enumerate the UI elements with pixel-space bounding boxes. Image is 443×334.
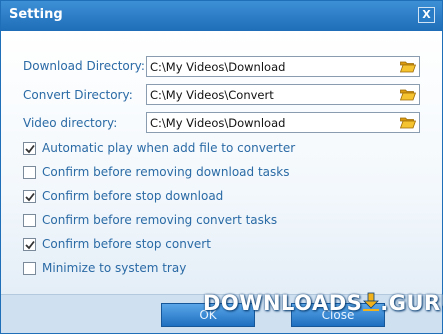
title-bar[interactable]: Setting X	[1, 1, 442, 31]
option-label: Confirm before removing download tasks	[42, 165, 290, 179]
video-directory-field[interactable]: C:\My Videos\Download	[146, 112, 420, 133]
watermark-text-left: DOWNLOADS	[203, 291, 363, 315]
convert-directory-field[interactable]: C:\My Videos\Convert	[146, 84, 420, 105]
checkbox[interactable]	[23, 238, 36, 251]
checkmark-icon	[25, 240, 35, 250]
folder-icon[interactable]	[400, 60, 416, 73]
close-icon[interactable]: X	[418, 7, 435, 23]
folder-icon[interactable]	[400, 116, 416, 129]
settings-panel: Download Directory: C:\My Videos\Downloa…	[1, 31, 442, 294]
folder-icon[interactable]	[400, 88, 416, 101]
option-label: Confirm before stop convert	[42, 237, 211, 251]
option-label: Confirm before removing convert tasks	[42, 213, 278, 227]
video-directory-value: C:\My Videos\Download	[150, 116, 286, 130]
option-label: Confirm before stop download	[42, 189, 224, 203]
setting-dialog: Setting X Download Directory: C:\My Vide…	[0, 0, 443, 334]
option-label: Minimize to system tray	[42, 261, 187, 275]
watermark-text-right: .GURU	[380, 291, 443, 315]
checkmark-icon	[25, 192, 35, 202]
download-directory-value: C:\My Videos\Download	[150, 60, 286, 74]
checkbox[interactable]	[23, 190, 36, 203]
option-label: Automatic play when add file to converte…	[42, 141, 296, 155]
convert-directory-label: Convert Directory:	[23, 88, 133, 102]
watermark-logo: DOWNLOADS .GURU	[203, 291, 443, 321]
dialog-title: Setting	[9, 7, 63, 22]
checkbox[interactable]	[23, 214, 36, 227]
download-directory-label: Download Directory:	[23, 59, 145, 73]
checkbox[interactable]	[23, 262, 36, 275]
convert-directory-value: C:\My Videos\Convert	[150, 88, 274, 102]
download-arrow-icon	[363, 292, 380, 311]
checkbox[interactable]	[23, 166, 36, 179]
download-directory-field[interactable]: C:\My Videos\Download	[146, 56, 420, 77]
checkmark-icon	[25, 144, 35, 154]
video-directory-label: Video directory:	[23, 116, 118, 130]
checkbox[interactable]	[23, 142, 36, 155]
